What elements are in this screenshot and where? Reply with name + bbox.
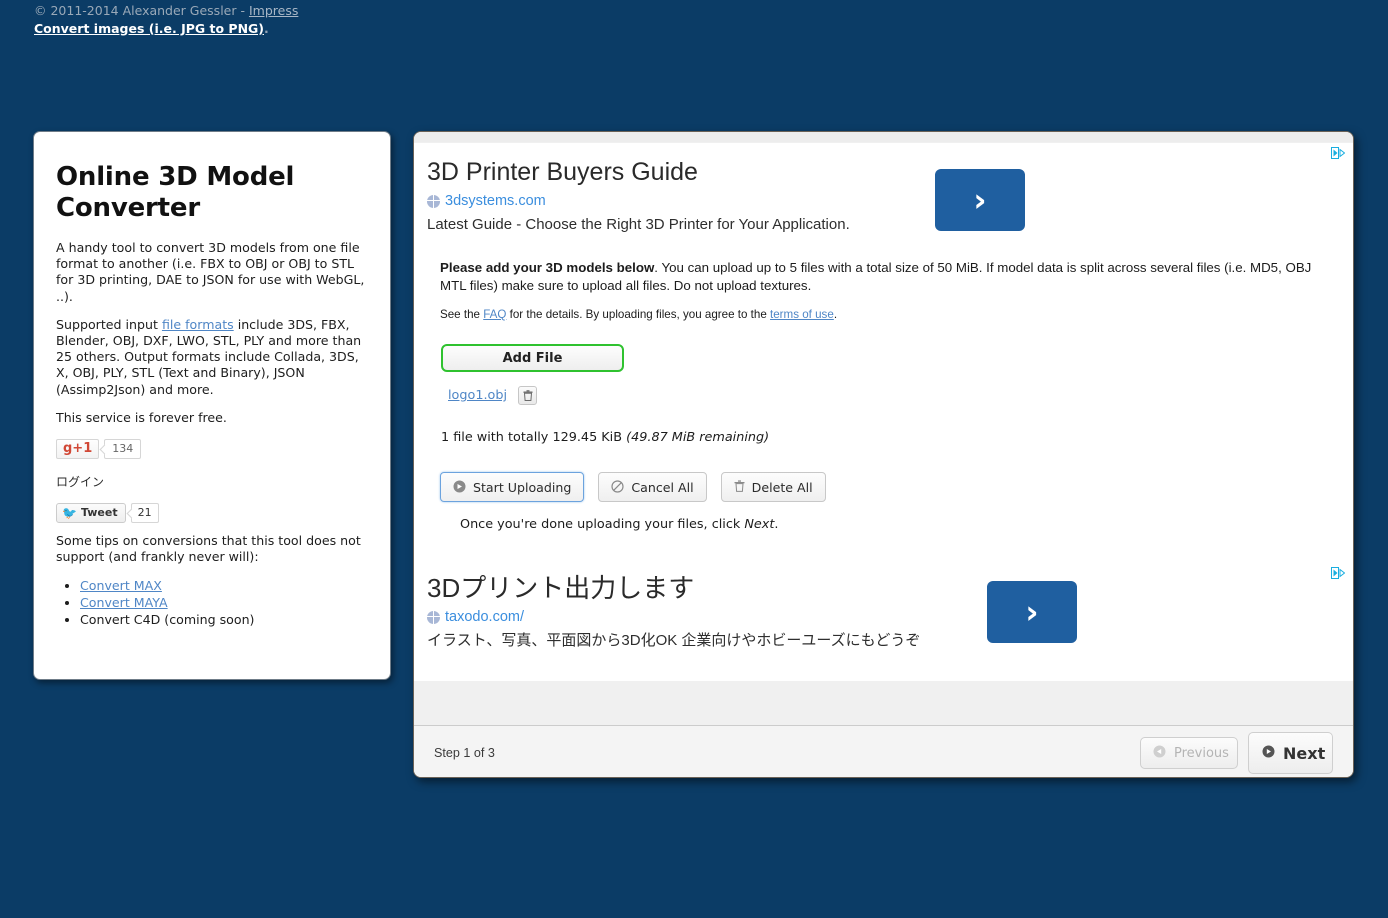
google-plus-one-button[interactable]: g+1 bbox=[56, 438, 100, 459]
list-item: Convert C4D (coming soon) bbox=[80, 611, 368, 628]
file-summary: 1 file with totally 129.45 KiB (49.87 Mi… bbox=[441, 430, 1353, 445]
google-plus-count[interactable]: 134 bbox=[104, 438, 142, 459]
ad-cta-arrow-button[interactable]: › bbox=[987, 581, 1077, 643]
free-note: This service is forever free. bbox=[56, 409, 227, 425]
faq-suffix: . bbox=[833, 308, 838, 321]
ad-description: イラスト、写真、平面図から3D化OK 企業向けやホビーユーズにもどうぞ bbox=[427, 632, 921, 649]
upload-actions-row: Start Uploading Cancel All Delete All bbox=[440, 472, 1353, 502]
advertisement-bottom[interactable]: 3Dプリント出力します taxodo.com/ イラスト、写真、平面図から3D化… bbox=[414, 563, 1353, 651]
tips-list: Convert MAX Convert MAYA Convert C4D (co… bbox=[56, 577, 368, 628]
twitter-bird-icon: 🐦 bbox=[62, 505, 77, 520]
convert-images-line: Convert images (i.e. JPG to PNG). bbox=[34, 21, 298, 38]
ad-cta-arrow-button[interactable]: › bbox=[935, 169, 1025, 231]
login-label[interactable]: ログイン bbox=[56, 473, 368, 490]
terms-of-use-link[interactable]: terms of use bbox=[770, 308, 834, 321]
ad-choices-icon[interactable] bbox=[1331, 567, 1346, 579]
convert-max-link[interactable]: Convert MAX bbox=[80, 578, 162, 593]
next-button[interactable]: Next bbox=[1248, 732, 1333, 774]
instructions-block: Please add your 3D models below. You can… bbox=[440, 259, 1314, 322]
site-header: © 2011-2014 Alexander Gessler - Impress … bbox=[34, 3, 298, 37]
convert-maya-link[interactable]: Convert MAYA bbox=[80, 595, 168, 610]
file-summary-note: (49.87 MiB remaining) bbox=[626, 430, 770, 445]
ad-description: Latest Guide - Choose the Right 3D Print… bbox=[427, 216, 850, 233]
ban-icon bbox=[611, 479, 624, 495]
formats-prefix: Supported input bbox=[56, 316, 162, 332]
list-item: Convert MAYA bbox=[80, 594, 368, 611]
ad-title[interactable]: 3Dプリント出力します bbox=[427, 573, 1353, 603]
file-formats-link[interactable]: file formats bbox=[162, 317, 234, 332]
done-uploading-note: Once you're done uploading your files, c… bbox=[460, 517, 1353, 532]
tweet-count[interactable]: 21 bbox=[130, 502, 159, 523]
done-emphasis: Next bbox=[744, 517, 775, 532]
panel-top-strip bbox=[414, 132, 1353, 143]
page-title: Online 3D Model Converter bbox=[56, 162, 295, 223]
instructions-faq-line: See the FAQ for the details. By uploadin… bbox=[440, 307, 1314, 322]
convert-suffix: . bbox=[264, 20, 269, 36]
ad-url-row: taxodo.com/ bbox=[427, 609, 1353, 625]
info-sidebar-card: Online 3D Model Converter A handy tool t… bbox=[33, 131, 391, 680]
ad-choices-icon[interactable] bbox=[1331, 147, 1346, 159]
trash-icon bbox=[734, 480, 745, 494]
delete-all-label: Delete All bbox=[751, 479, 813, 495]
google-plus-label: g+1 bbox=[63, 441, 93, 457]
intro-paragraph: A handy tool to convert 3D models from o… bbox=[56, 240, 365, 304]
google-plus-widget[interactable]: g+1 134 bbox=[56, 438, 142, 459]
copyright-text: © 2011-2014 Alexander Gessler - bbox=[34, 3, 249, 18]
file-name-link[interactable]: logo1.obj bbox=[448, 388, 507, 403]
add-file-button[interactable]: Add File bbox=[441, 344, 624, 372]
ad-title[interactable]: 3D Printer Buyers Guide bbox=[427, 157, 1353, 187]
globe-icon bbox=[427, 194, 440, 208]
tweet-button[interactable]: 🐦 Tweet bbox=[56, 502, 126, 523]
start-uploading-label: Start Uploading bbox=[473, 479, 572, 495]
cancel-all-label: Cancel All bbox=[631, 479, 694, 495]
uploaded-file-row: logo1.obj bbox=[448, 386, 1353, 405]
twitter-widget[interactable]: 🐦 Tweet 21 bbox=[56, 502, 159, 523]
cancel-all-button[interactable]: Cancel All bbox=[598, 472, 707, 502]
file-summary-main: 1 file with totally 129.45 KiB bbox=[441, 430, 623, 445]
instructions-main: Please add your 3D models below. You can… bbox=[440, 259, 1314, 294]
start-uploading-button[interactable]: Start Uploading bbox=[440, 472, 585, 502]
tips-intro: Some tips on conversions that this tool … bbox=[56, 532, 361, 564]
ad-url[interactable]: taxodo.com/ bbox=[445, 609, 524, 625]
faq-link[interactable]: FAQ bbox=[483, 308, 506, 321]
globe-icon bbox=[427, 610, 440, 624]
previous-label: Previous bbox=[1174, 745, 1229, 761]
next-label: Next bbox=[1283, 743, 1326, 763]
ad-url-row: 3dsystems.com bbox=[427, 193, 1353, 209]
copyright-line: © 2011-2014 Alexander Gessler - Impress bbox=[34, 3, 298, 20]
wizard-nav-group: Previous Next bbox=[1140, 732, 1333, 774]
arrow-left-circle-icon bbox=[1153, 745, 1166, 762]
formats-paragraph: Supported input file formats include 3DS… bbox=[56, 317, 368, 398]
step-indicator: Step 1 of 3 bbox=[434, 746, 495, 760]
faq-prefix: See the bbox=[440, 308, 484, 321]
impress-link[interactable]: Impress bbox=[249, 3, 298, 18]
google-plus-row: g+1 134 bbox=[56, 438, 368, 459]
twitter-row: 🐦 Tweet 21 bbox=[56, 502, 368, 523]
play-circle-icon bbox=[453, 480, 466, 495]
tweet-label: Tweet bbox=[80, 506, 118, 520]
trash-icon[interactable] bbox=[518, 386, 538, 405]
panel-body: 3D Printer Buyers Guide 3dsystems.com La… bbox=[414, 143, 1353, 680]
done-suffix: . bbox=[774, 517, 779, 532]
uploader-panel: 3D Printer Buyers Guide 3dsystems.com La… bbox=[413, 131, 1354, 778]
previous-button[interactable]: Previous bbox=[1140, 737, 1238, 769]
instructions-lead: Please add your 3D models below bbox=[440, 260, 655, 275]
wizard-footer: Step 1 of 3 Previous Next bbox=[414, 726, 1353, 777]
ad-url[interactable]: 3dsystems.com bbox=[445, 193, 546, 209]
arrow-right-circle-icon bbox=[1262, 745, 1275, 762]
done-prefix: Once you're done uploading your files, c… bbox=[460, 517, 745, 532]
list-item: Convert MAX bbox=[80, 577, 368, 594]
delete-all-button[interactable]: Delete All bbox=[720, 472, 826, 502]
advertisement-top[interactable]: 3D Printer Buyers Guide 3dsystems.com La… bbox=[414, 143, 1353, 235]
faq-middle: for the details. By uploading files, you… bbox=[506, 308, 771, 321]
convert-images-link[interactable]: Convert images (i.e. JPG to PNG) bbox=[34, 21, 264, 36]
panel-spacer bbox=[414, 680, 1353, 726]
